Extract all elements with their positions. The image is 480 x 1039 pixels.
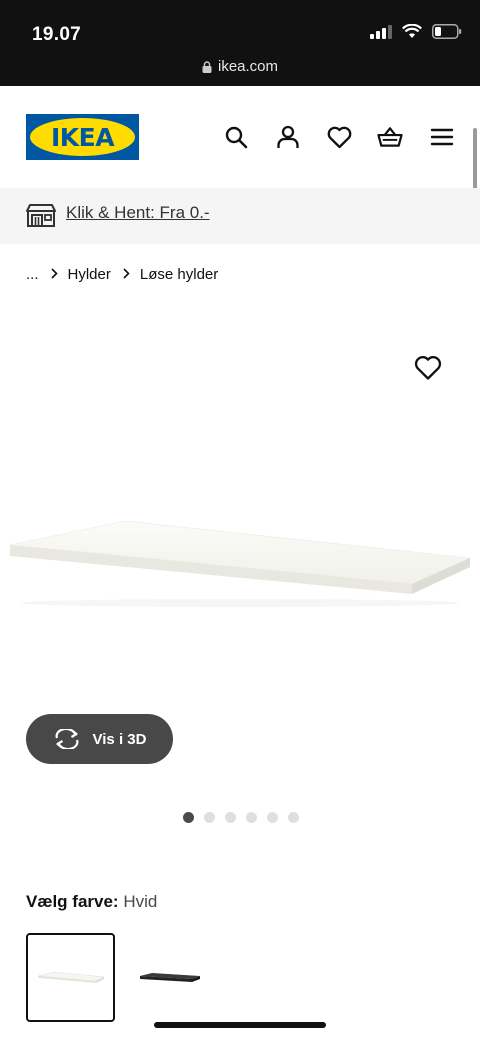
breadcrumb-shelves[interactable]: Hylder <box>68 266 111 283</box>
search-icon[interactable] <box>223 124 249 150</box>
chevron-right-icon <box>50 267 58 282</box>
color-swatch-black[interactable] <box>122 933 211 1022</box>
breadcrumb: ... Hylder Løse hylder <box>26 266 218 283</box>
rotate-3d-icon <box>55 729 79 749</box>
carousel-dot[interactable] <box>183 812 194 823</box>
status-icons <box>370 24 462 39</box>
carousel-dot[interactable] <box>204 812 215 823</box>
menu-icon[interactable] <box>429 124 455 150</box>
breadcrumb-more[interactable]: ... <box>26 266 39 283</box>
logo-text: IKEA <box>50 122 115 152</box>
wifi-icon <box>402 24 422 38</box>
click-collect-banner: Klik & Hent: Fra 0.- <box>0 188 480 244</box>
url-text: ikea.com <box>217 58 279 75</box>
product-image[interactable] <box>0 505 480 615</box>
status-time: 19.07 <box>32 24 82 45</box>
home-indicator[interactable] <box>154 1022 326 1028</box>
chevron-right-icon <box>123 267 130 282</box>
ikea-logo[interactable]: IKEA <box>26 114 139 160</box>
basket-icon[interactable] <box>377 124 403 150</box>
signal-icon <box>370 24 392 39</box>
click-collect-link[interactable]: Klik & Hent: Fra 0.- <box>66 203 210 223</box>
color-swatch-white[interactable] <box>26 933 115 1022</box>
site-header: IKEA <box>0 86 480 188</box>
lock-icon <box>202 60 212 73</box>
store-icon <box>26 203 56 233</box>
status-bar: 19.07 ikea.com <box>0 0 480 86</box>
selected-color: Hvid <box>123 892 158 911</box>
logo-ellipse: IKEA <box>30 118 135 156</box>
carousel-dot[interactable] <box>288 812 299 823</box>
carousel-dot[interactable] <box>246 812 257 823</box>
address-bar[interactable]: ikea.com <box>0 58 480 75</box>
heart-icon[interactable] <box>326 124 352 150</box>
view-3d-button[interactable]: Vis i 3D <box>26 714 173 764</box>
favorite-heart-icon[interactable] <box>414 355 442 383</box>
breadcrumb-loose-shelves[interactable]: Løse hylder <box>140 266 218 283</box>
view-3d-label: Vis i 3D <box>92 730 147 748</box>
battery-icon <box>432 24 462 39</box>
user-icon[interactable] <box>275 124 301 150</box>
color-picker-label: Vælg farve: Hvid <box>26 892 157 912</box>
carousel-dot[interactable] <box>267 812 278 823</box>
color-label-text: Vælg farve: <box>26 892 119 911</box>
carousel-dot[interactable] <box>225 812 236 823</box>
image-carousel-dots <box>183 812 299 823</box>
